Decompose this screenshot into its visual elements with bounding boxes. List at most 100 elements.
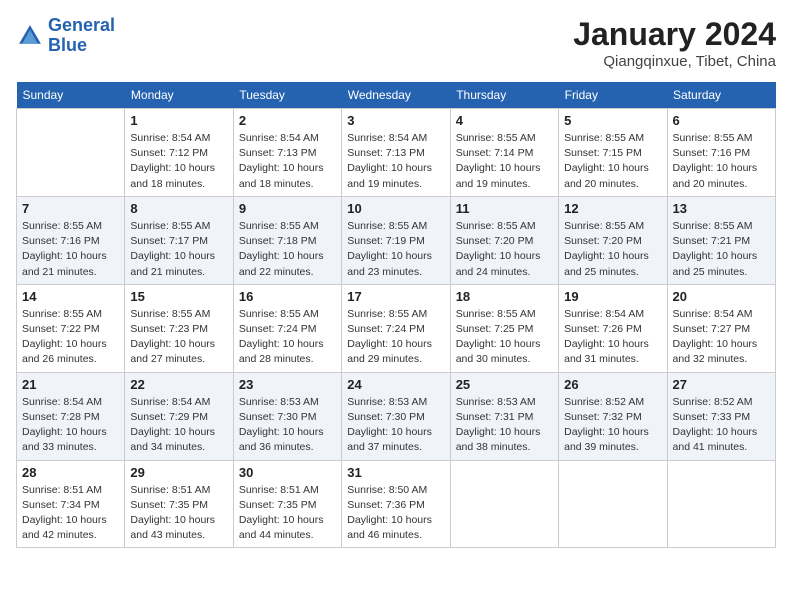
day-number: 16 — [239, 289, 336, 304]
calendar-table: SundayMondayTuesdayWednesdayThursdayFrid… — [16, 82, 776, 548]
day-info: Sunrise: 8:55 AMSunset: 7:23 PMDaylight:… — [130, 307, 227, 368]
day-info: Sunrise: 8:55 AMSunset: 7:20 PMDaylight:… — [456, 219, 553, 280]
calendar-cell: 13Sunrise: 8:55 AMSunset: 7:21 PMDayligh… — [667, 196, 775, 284]
day-info: Sunrise: 8:51 AMSunset: 7:35 PMDaylight:… — [239, 483, 336, 544]
calendar-cell: 10 Sunrise: 8:55 AMSunset: 7:19 PMDayligh… — [342, 196, 450, 284]
weekday-header: Tuesday — [233, 82, 341, 109]
day-number: 8 — [130, 201, 227, 216]
day-number: 19 — [564, 289, 661, 304]
day-number: 15 — [130, 289, 227, 304]
day-number: 10 — [347, 201, 444, 216]
day-number: 14 — [22, 289, 119, 304]
day-number: 7 — [22, 201, 119, 216]
day-number: 23 — [239, 377, 336, 392]
day-number: 5 — [564, 113, 661, 128]
day-info: Sunrise: 8:55 AMSunset: 7:14 PMDaylight:… — [456, 131, 553, 192]
day-info: Sunrise: 8:51 AMSunset: 7:34 PMDaylight:… — [22, 483, 119, 544]
day-info: Sunrise: 8:52 AMSunset: 7:33 PMDaylight:… — [673, 395, 770, 456]
logo-line2: Blue — [48, 35, 87, 55]
day-number: 22 — [130, 377, 227, 392]
day-number: 3 — [347, 113, 444, 128]
logo-line1: General — [48, 15, 115, 35]
weekday-header: Thursday — [450, 82, 558, 109]
calendar-cell: 16Sunrise: 8:55 AMSunset: 7:24 PMDayligh… — [233, 284, 341, 372]
calendar-cell: 28 Sunrise: 8:51 AMSunset: 7:34 PMDayligh… — [17, 460, 125, 548]
day-info: Sunrise: 8:55 AMSunset: 7:22 PMDaylight:… — [22, 307, 119, 368]
day-info: Sunrise: 8:53 AMSunset: 7:30 PMDaylight:… — [347, 395, 444, 456]
day-number: 25 — [456, 377, 553, 392]
calendar-cell: 11 Sunrise: 8:55 AMSunset: 7:20 PMDayligh… — [450, 196, 558, 284]
day-info: Sunrise: 8:54 AMSunset: 7:13 PMDaylight:… — [347, 131, 444, 192]
day-info: Sunrise: 8:51 AMSunset: 7:35 PMDaylight:… — [130, 483, 227, 544]
calendar-cell: 26Sunrise: 8:52 AMSunset: 7:32 PMDayligh… — [559, 372, 667, 460]
day-number: 17 — [347, 289, 444, 304]
calendar-cell: 25Sunrise: 8:53 AMSunset: 7:31 PMDayligh… — [450, 372, 558, 460]
day-number: 30 — [239, 465, 336, 480]
day-info: Sunrise: 8:54 AMSunset: 7:26 PMDaylight:… — [564, 307, 661, 368]
calendar-cell: 17 Sunrise: 8:55 AMSunset: 7:24 PMDayligh… — [342, 284, 450, 372]
calendar-cell: 6 Sunrise: 8:55 AMSunset: 7:16 PMDaylight… — [667, 109, 775, 197]
calendar-cell: 19 Sunrise: 8:54 AMSunset: 7:26 PMDayligh… — [559, 284, 667, 372]
day-info: Sunrise: 8:55 AMSunset: 7:15 PMDaylight:… — [564, 131, 661, 192]
weekday-header-row: SundayMondayTuesdayWednesdayThursdayFrid… — [17, 82, 776, 109]
day-number: 9 — [239, 201, 336, 216]
calendar-cell: 15 Sunrise: 8:55 AMSunset: 7:23 PMDayligh… — [125, 284, 233, 372]
calendar-cell: 29 Sunrise: 8:51 AMSunset: 7:35 PMDayligh… — [125, 460, 233, 548]
day-number: 26 — [564, 377, 661, 392]
logo-icon — [16, 22, 44, 50]
day-number: 21 — [22, 377, 119, 392]
day-info: Sunrise: 8:55 AMSunset: 7:16 PMDaylight:… — [673, 131, 770, 192]
month-title: January 2024 — [573, 16, 776, 53]
day-info: Sunrise: 8:55 AMSunset: 7:24 PMDaylight:… — [347, 307, 444, 368]
calendar-cell: 30 Sunrise: 8:51 AMSunset: 7:35 PMDayligh… — [233, 460, 341, 548]
calendar-week-row: 14 Sunrise: 8:55 AMSunset: 7:22 PMDayligh… — [17, 284, 776, 372]
day-number: 6 — [673, 113, 770, 128]
calendar-cell: 8Sunrise: 8:55 AMSunset: 7:17 PMDaylight… — [125, 196, 233, 284]
weekday-header: Wednesday — [342, 82, 450, 109]
day-number: 24 — [347, 377, 444, 392]
logo-text: General Blue — [48, 16, 115, 56]
calendar-cell: 9Sunrise: 8:55 AMSunset: 7:18 PMDaylight… — [233, 196, 341, 284]
calendar-cell: 2Sunrise: 8:54 AMSunset: 7:13 PMDaylight… — [233, 109, 341, 197]
calendar-cell: 5 Sunrise: 8:55 AMSunset: 7:15 PMDaylight… — [559, 109, 667, 197]
location: Qiangqinxue, Tibet, China — [573, 53, 776, 70]
day-info: Sunrise: 8:54 AMSunset: 7:28 PMDaylight:… — [22, 395, 119, 456]
calendar-cell: 20Sunrise: 8:54 AMSunset: 7:27 PMDayligh… — [667, 284, 775, 372]
calendar-cell: 14 Sunrise: 8:55 AMSunset: 7:22 PMDayligh… — [17, 284, 125, 372]
day-number: 11 — [456, 201, 553, 216]
day-number: 18 — [456, 289, 553, 304]
weekday-header: Saturday — [667, 82, 775, 109]
weekday-header: Friday — [559, 82, 667, 109]
logo: General Blue — [16, 16, 115, 56]
day-info: Sunrise: 8:55 AMSunset: 7:20 PMDaylight:… — [564, 219, 661, 280]
day-number: 13 — [673, 201, 770, 216]
calendar-cell: 23Sunrise: 8:53 AMSunset: 7:30 PMDayligh… — [233, 372, 341, 460]
weekday-header: Monday — [125, 82, 233, 109]
day-number: 31 — [347, 465, 444, 480]
day-number: 4 — [456, 113, 553, 128]
day-number: 20 — [673, 289, 770, 304]
day-info: Sunrise: 8:54 AMSunset: 7:12 PMDaylight:… — [130, 131, 227, 192]
day-number: 29 — [130, 465, 227, 480]
calendar-cell: 27Sunrise: 8:52 AMSunset: 7:33 PMDayligh… — [667, 372, 775, 460]
calendar-cell: 18 Sunrise: 8:55 AMSunset: 7:25 PMDayligh… — [450, 284, 558, 372]
day-info: Sunrise: 8:55 AMSunset: 7:19 PMDaylight:… — [347, 219, 444, 280]
day-info: Sunrise: 8:55 AMSunset: 7:25 PMDaylight:… — [456, 307, 553, 368]
day-number: 2 — [239, 113, 336, 128]
calendar-week-row: 1 Sunrise: 8:54 AMSunset: 7:12 PMDaylight… — [17, 109, 776, 197]
weekday-header: Sunday — [17, 82, 125, 109]
calendar-cell: 7 Sunrise: 8:55 AMSunset: 7:16 PMDaylight… — [17, 196, 125, 284]
title-area: January 2024 Qiangqinxue, Tibet, China — [573, 16, 776, 70]
calendar-week-row: 7 Sunrise: 8:55 AMSunset: 7:16 PMDaylight… — [17, 196, 776, 284]
day-info: Sunrise: 8:55 AMSunset: 7:16 PMDaylight:… — [22, 219, 119, 280]
day-number: 1 — [130, 113, 227, 128]
calendar-cell: 1 Sunrise: 8:54 AMSunset: 7:12 PMDaylight… — [125, 109, 233, 197]
day-info: Sunrise: 8:50 AMSunset: 7:36 PMDaylight:… — [347, 483, 444, 544]
calendar-cell — [450, 460, 558, 548]
calendar-cell: 3 Sunrise: 8:54 AMSunset: 7:13 PMDaylight… — [342, 109, 450, 197]
calendar-week-row: 21 Sunrise: 8:54 AMSunset: 7:28 PMDayligh… — [17, 372, 776, 460]
day-number: 28 — [22, 465, 119, 480]
calendar-cell — [559, 460, 667, 548]
calendar-cell — [17, 109, 125, 197]
calendar-week-row: 28 Sunrise: 8:51 AMSunset: 7:34 PMDayligh… — [17, 460, 776, 548]
